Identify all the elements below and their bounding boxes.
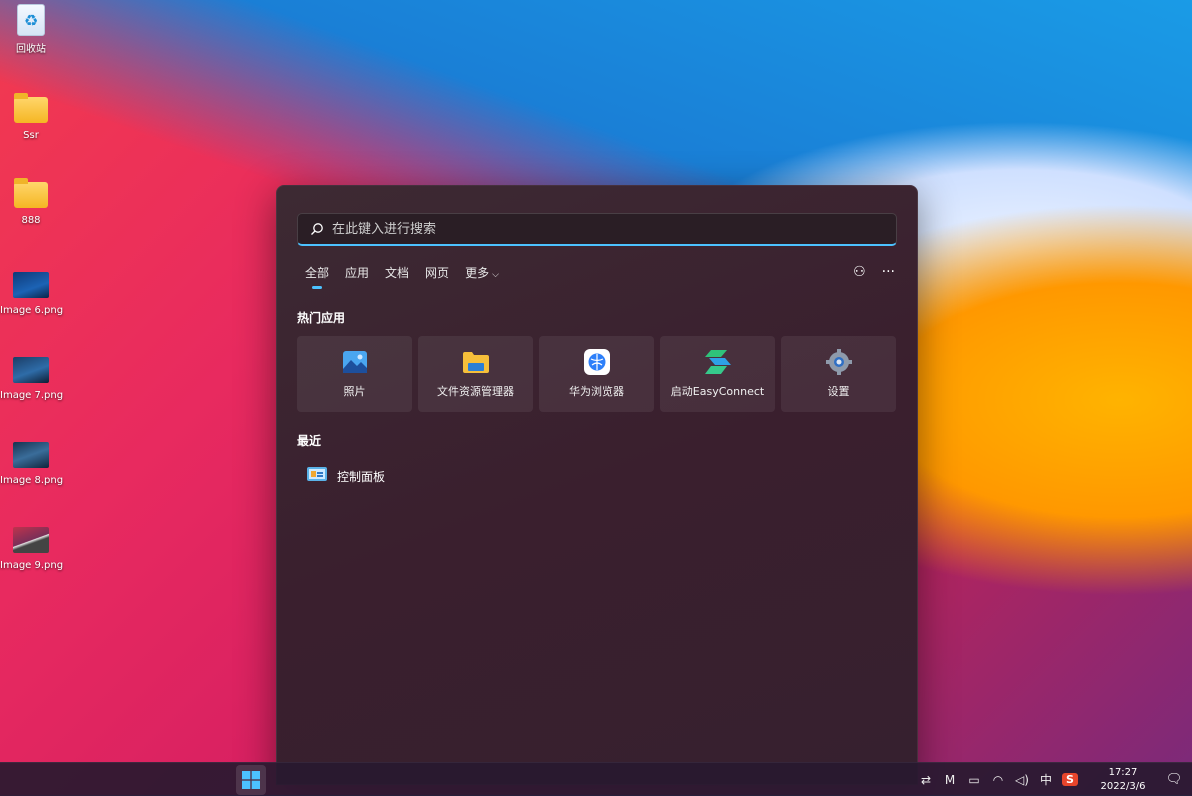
top-apps-title: 热门应用 [297,311,346,325]
sogou-input-icon[interactable]: S [1062,773,1078,786]
desktop-icon-image-6[interactable]: Image 6.png [0,269,64,316]
desktop-icon-recycle-bin[interactable]: ♻ 回收站 [0,4,62,55]
app-tile-file-explorer[interactable]: 文件资源管理器 [418,336,533,412]
app-tile-label: 文件资源管理器 [437,385,514,398]
system-tray: ⇄ M ▭ ◠ ◁) 中 S 17:27 2022/3/6 🗨 [914,763,1192,796]
recent-title: 最近 [297,434,322,448]
taskbar: ⇄ M ▭ ◠ ◁) 中 S 17:27 2022/3/6 🗨 [0,762,1192,796]
top-apps-list: 照片 文件资源管理器 华为浏览器 启动EasyConnect 设置 [297,336,896,412]
recent-item-control-panel[interactable]: 控制面板 [307,467,385,486]
volume-icon[interactable]: ◁) [1010,773,1034,787]
more-options-icon[interactable]: ··· [882,264,895,280]
easyconnect-icon [704,349,731,375]
folder-icon [14,93,48,123]
network-adapter-icon[interactable]: ⇄ [914,773,938,787]
start-button[interactable] [236,765,266,795]
image-thumbnail [13,442,49,468]
desktop-icon-label: 回收站 [16,44,46,55]
desktop-icon-folder-888[interactable]: 888 [0,178,62,226]
huawei-browser-icon [583,349,610,375]
start-top-icons: ⚇ ··· [853,264,895,280]
image-thumbnail [13,527,49,553]
photos-icon [342,349,368,375]
clock[interactable]: 17:27 2022/3/6 [1090,766,1156,794]
control-panel-icon [307,467,327,486]
app-tile-settings[interactable]: 设置 [781,336,896,412]
search-input[interactable] [330,220,874,238]
tab-apps[interactable]: 应用 [345,264,369,287]
search-box[interactable] [297,213,897,246]
app-tile-label: 设置 [827,385,850,398]
desktop-icon-image-8[interactable]: Image 8.png [0,439,64,486]
desktop-icon-label: Image 6.png [0,305,64,316]
tab-more-label: 更多 [465,266,490,280]
start-menu: 全部 应用 文档 网页 更多⌵ ⚇ ··· 热门应用 照片 文件资源管理器 华为… [276,185,918,785]
app-tile-easyconnect[interactable]: 启动EasyConnect [660,336,775,412]
chevron-down-icon: ⌵ [492,270,499,280]
image-thumbnail [13,272,49,298]
tab-all[interactable]: 全部 [305,264,329,287]
tab-web[interactable]: 网页 [425,264,449,287]
account-switch-icon[interactable]: ⚇ [853,264,866,280]
recycle-bin-icon: ♻ [17,4,45,36]
windows-logo-icon [242,771,260,789]
file-explorer-icon [462,349,489,375]
clock-time: 17:27 [1108,766,1138,778]
wifi-icon[interactable]: ◠ [986,773,1010,787]
image-thumbnail [13,357,49,383]
notification-icon[interactable]: 🗨 [1156,772,1192,787]
folder-icon [14,178,48,208]
app-tile-label: 启动EasyConnect [670,385,765,398]
app-tray-icon[interactable]: M [938,773,962,787]
tab-more[interactable]: 更多 ⌵ [465,264,499,287]
app-tile-label: 照片 [343,385,366,398]
search-icon [311,223,323,235]
ime-indicator[interactable]: 中 [1034,771,1058,788]
battery-icon[interactable]: ▭ [962,773,986,787]
search-tabs: 全部 应用 文档 网页 更多 ⌵ [297,264,507,287]
app-tile-label: 华为浏览器 [569,385,624,398]
desktop-icon-folder-ssr[interactable]: Ssr [0,93,62,141]
desktop-icon-image-9[interactable]: Image 9.png [0,524,64,571]
clock-date: 2022/3/6 [1100,780,1146,792]
recent-item-label: 控制面板 [337,470,386,484]
desktop-icon-image-7[interactable]: Image 7.png [0,354,64,401]
desktop-icon-label: Ssr [23,130,39,141]
desktop-icon-label: Image 8.png [0,475,64,486]
desktop-icon-label: Image 9.png [0,560,64,571]
tab-documents[interactable]: 文档 [385,264,409,287]
desktop-icon-label: Image 7.png [0,390,64,401]
app-tile-photos[interactable]: 照片 [297,336,412,412]
desktop-icon-label: 888 [21,215,41,226]
app-tile-huawei-browser[interactable]: 华为浏览器 [539,336,654,412]
settings-gear-icon [825,349,852,375]
